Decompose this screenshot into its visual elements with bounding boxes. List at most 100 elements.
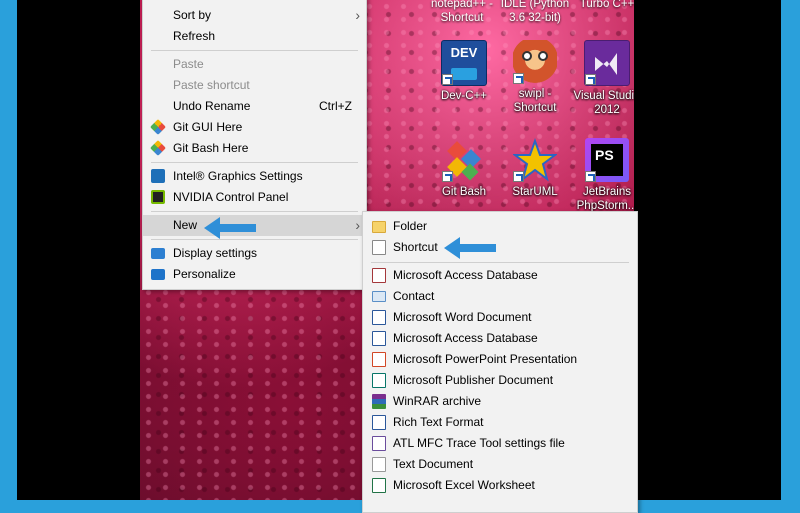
menu-item-git-bash-here[interactable]: Git Bash Here xyxy=(143,138,366,159)
git-gui-icon xyxy=(150,119,166,135)
menu-separator xyxy=(151,211,358,212)
icon-label-line: swipl - xyxy=(518,88,552,100)
menu-item-nvidia-control-panel[interactable]: NVIDIA Control Panel xyxy=(143,187,366,208)
phpstorm-badge: PS xyxy=(595,147,614,163)
menu-item-label: Git Bash Here xyxy=(173,141,249,155)
icon-label: Shortcut xyxy=(440,12,484,24)
menu-item-label: New xyxy=(173,218,198,232)
shortcut-icon xyxy=(372,240,386,255)
git-bash-icon xyxy=(442,138,486,182)
menu-item-label: Text Document xyxy=(393,457,474,471)
icon-label: Turbo C++ xyxy=(579,0,634,10)
menu-item-label: Rich Text Format xyxy=(393,415,484,429)
git-bash-icon xyxy=(150,140,166,156)
submenu-item-powerpoint[interactable]: Microsoft PowerPoint Presentation xyxy=(363,349,637,370)
submenu-item-rich-text[interactable]: Rich Text Format xyxy=(363,412,637,433)
desktop-icon-devcpp[interactable]: DEV Dev-C++ xyxy=(427,40,501,103)
submenu-item-contact[interactable]: Contact xyxy=(363,286,637,307)
desktop-icon-staruml[interactable]: StarUML xyxy=(498,138,572,199)
submenu-item-winrar[interactable]: WinRAR archive xyxy=(363,391,637,412)
annotation-arrow-shortcut xyxy=(444,237,496,259)
submenu-item-excel-worksheet[interactable]: Microsoft Excel Worksheet xyxy=(363,475,637,496)
folder-icon xyxy=(372,221,386,233)
submenu-item-atl-mfc[interactable]: ATL MFC Trace Tool settings file xyxy=(363,433,637,454)
desktop-icon-notepadpp[interactable]: notepad++ - Shortcut xyxy=(425,0,499,25)
intel-graphics-icon xyxy=(151,169,165,183)
excel-icon xyxy=(372,478,386,493)
staruml-icon xyxy=(512,138,558,182)
menu-item-paste: Paste xyxy=(143,54,366,75)
menu-item-label: Sort by xyxy=(173,8,212,22)
desktop-icon-phpstorm[interactable]: PS JetBrains PhpStorm... xyxy=(570,138,634,213)
submenu-item-word-document[interactable]: Microsoft Word Document xyxy=(363,307,637,328)
display-icon xyxy=(151,248,165,259)
menu-item-undo-rename[interactable]: Undo Rename Ctrl+Z xyxy=(143,96,366,117)
menu-item-label: Display settings xyxy=(173,246,258,260)
nvidia-icon xyxy=(151,190,165,204)
icon-label-line: JetBrains xyxy=(583,186,631,198)
personalize-icon xyxy=(151,269,165,280)
menu-separator xyxy=(371,262,629,263)
menu-item-label: Microsoft Excel Worksheet xyxy=(393,478,535,492)
menu-item-label: WinRAR archive xyxy=(393,394,482,408)
menu-item-label: Git GUI Here xyxy=(173,120,243,134)
menu-separator xyxy=(151,162,358,163)
atl-icon xyxy=(372,436,386,451)
menu-item-refresh[interactable]: Refresh xyxy=(143,26,366,47)
menu-item-label: Contact xyxy=(393,289,435,303)
menu-item-label: NVIDIA Control Panel xyxy=(173,190,289,204)
menu-separator xyxy=(151,239,358,240)
desktop-icon-turbo[interactable]: Turbo C++ xyxy=(570,0,634,11)
powerpoint-icon xyxy=(372,352,386,367)
submenu-item-access-database[interactable]: Microsoft Access Database xyxy=(363,265,637,286)
icon-label: 3.6 32-bit) xyxy=(509,12,561,24)
phpstorm-icon: PS xyxy=(585,138,629,182)
menu-item-label: Paste xyxy=(173,57,204,71)
contact-icon xyxy=(372,291,386,302)
visual-studio-icon xyxy=(584,40,630,86)
rtf-icon xyxy=(372,415,386,430)
menu-item-personalize[interactable]: Personalize xyxy=(143,264,366,285)
menu-item-label: ATL MFC Trace Tool settings file xyxy=(393,436,565,450)
text-document-icon xyxy=(372,457,386,472)
annotation-arrow-new xyxy=(204,217,256,239)
submenu-item-text-document[interactable]: Text Document xyxy=(363,454,637,475)
menu-item-label: Shortcut xyxy=(393,240,438,254)
menu-separator xyxy=(151,50,358,51)
chevron-right-icon: › xyxy=(355,7,360,23)
menu-item-label: Microsoft Word Document xyxy=(393,310,532,324)
icon-label: JetBrains PhpStorm... xyxy=(570,185,634,213)
icon-label-line: Visual Studio xyxy=(573,90,634,102)
menu-item-sort-by[interactable]: Sort by › xyxy=(143,5,366,26)
publisher-icon xyxy=(372,373,386,388)
desktop-icon-vs2012[interactable]: Visual Studio 2012 xyxy=(570,40,634,117)
icon-label: StarUML xyxy=(512,186,558,198)
chevron-right-icon: › xyxy=(355,217,360,233)
menu-item-label: Microsoft Access Database xyxy=(393,268,538,282)
icon-label: Git Bash xyxy=(441,186,487,198)
icon-label-line: 2012 xyxy=(594,104,620,116)
submenu-item-access-database-2[interactable]: Microsoft Access Database xyxy=(363,328,637,349)
menu-item-label: Intel® Graphics Settings xyxy=(173,169,303,183)
access-icon xyxy=(372,331,386,346)
winrar-icon xyxy=(372,394,386,409)
word-icon xyxy=(372,310,386,325)
submenu-item-folder[interactable]: Folder xyxy=(363,216,637,237)
icon-label-line: Shortcut xyxy=(513,102,557,114)
menu-item-label: Folder xyxy=(393,219,428,233)
menu-item-label: Microsoft Access Database xyxy=(393,331,538,345)
menu-item-label: Personalize xyxy=(173,267,236,281)
submenu-item-publisher[interactable]: Microsoft Publisher Document xyxy=(363,370,637,391)
devcpp-badge: DEV xyxy=(450,45,478,60)
menu-item-label: Microsoft PowerPoint Presentation xyxy=(393,352,578,366)
menu-item-intel-graphics[interactable]: Intel® Graphics Settings xyxy=(143,166,366,187)
menu-item-label: Paste shortcut xyxy=(173,78,250,92)
submenu-item-shortcut[interactable]: Shortcut xyxy=(363,237,637,258)
menu-item-git-gui-here[interactable]: Git GUI Here xyxy=(143,117,366,138)
desktop-icon-idle[interactable]: IDLE (Python 3.6 32-bit) xyxy=(498,0,572,25)
menu-item-display-settings[interactable]: Display settings xyxy=(143,243,366,264)
desktop-icon-gitbash[interactable]: Git Bash xyxy=(427,138,501,199)
icon-label: Visual Studio 2012 xyxy=(570,89,634,117)
desktop-icon-swipl[interactable]: swipl - Shortcut xyxy=(498,40,572,115)
menu-item-label: Undo Rename xyxy=(173,99,251,113)
